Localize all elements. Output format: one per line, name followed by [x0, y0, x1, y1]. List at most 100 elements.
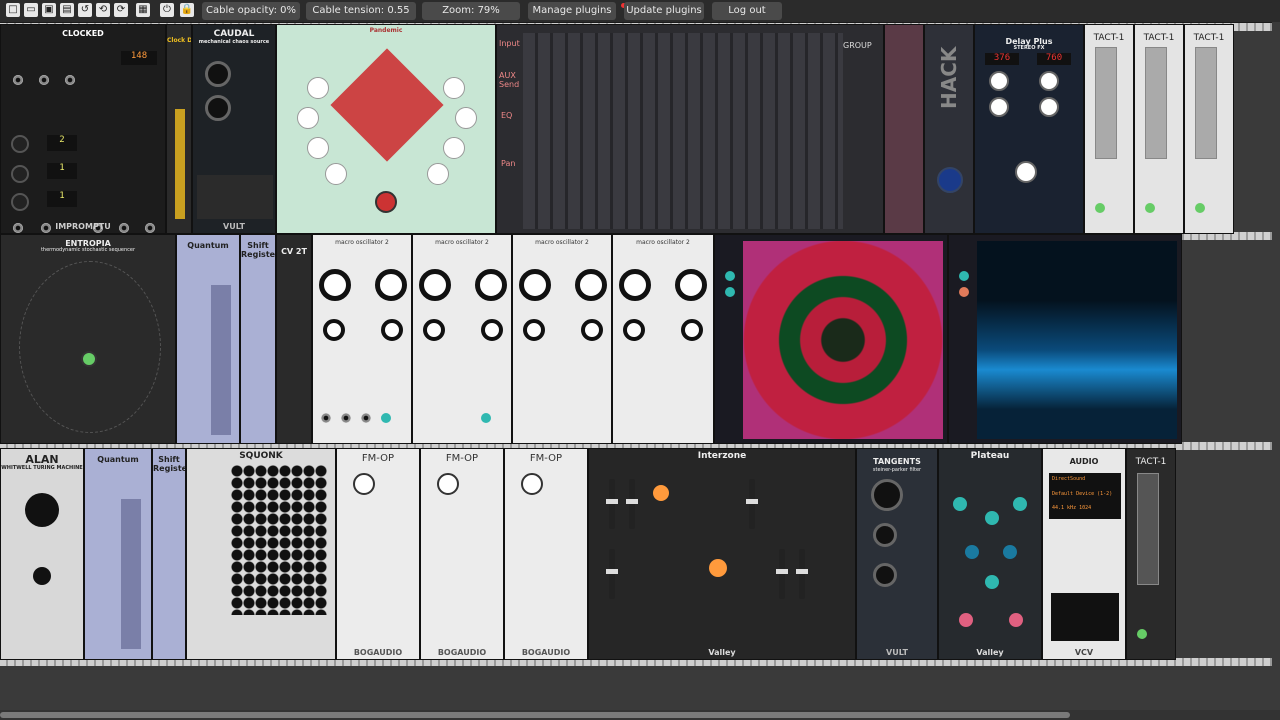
lfo-knob[interactable] [709, 559, 727, 577]
jack[interactable] [341, 413, 351, 423]
revert-icon[interactable]: ↺ [78, 3, 92, 17]
frequency-knob[interactable] [319, 269, 351, 301]
tact-pad[interactable] [1137, 473, 1159, 585]
jack[interactable] [361, 413, 371, 423]
jack[interactable] [1095, 203, 1105, 213]
length-knob[interactable] [33, 567, 51, 585]
knob[interactable] [307, 77, 329, 99]
knob[interactable] [1013, 497, 1027, 511]
slider[interactable] [606, 549, 618, 599]
slider[interactable] [776, 549, 788, 599]
knob[interactable] [989, 71, 1009, 91]
knob[interactable] [325, 163, 347, 185]
power-icon[interactable]: ⏻ [160, 3, 174, 17]
jack[interactable] [959, 287, 969, 297]
clear-icon[interactable]: ▦ [136, 3, 150, 17]
jack[interactable] [725, 287, 735, 297]
jack[interactable] [481, 413, 491, 423]
resonance-knob[interactable] [873, 523, 897, 547]
new-icon[interactable]: □ [6, 3, 20, 17]
octave-knob[interactable] [653, 485, 669, 501]
speed-knob[interactable] [205, 61, 231, 87]
knob[interactable] [1003, 545, 1017, 559]
knob[interactable] [81, 351, 97, 367]
red-knob[interactable] [375, 191, 397, 213]
jack[interactable] [1137, 629, 1147, 639]
jack[interactable] [39, 75, 49, 85]
knob[interactable] [965, 545, 979, 559]
zoom-slider[interactable]: Zoom: 79% [422, 2, 520, 20]
knob[interactable] [953, 497, 967, 511]
jack[interactable] [725, 271, 735, 281]
audio-device-display[interactable]: DirectSound Default Device (1-2) 44.1 kH… [1049, 473, 1121, 519]
ratio-knob[interactable] [521, 473, 543, 495]
ratio-knob[interactable] [353, 473, 375, 495]
harmonics-knob[interactable] [475, 269, 507, 301]
slider[interactable] [796, 549, 808, 599]
save-as-icon[interactable]: ▤ [60, 3, 74, 17]
redo-icon[interactable]: ⟳ [114, 3, 128, 17]
timbre-knob[interactable] [523, 319, 545, 341]
energy-knob[interactable] [205, 95, 231, 121]
timbre-knob[interactable] [323, 319, 345, 341]
harmonics-knob[interactable] [375, 269, 407, 301]
knob[interactable] [11, 135, 29, 153]
knob[interactable] [959, 613, 973, 627]
note-buttons[interactable] [211, 285, 231, 435]
tact-pad[interactable] [1095, 47, 1117, 159]
knob[interactable] [11, 165, 29, 183]
note-buttons[interactable] [121, 499, 141, 649]
jack[interactable] [65, 75, 75, 85]
jack[interactable] [13, 75, 23, 85]
jack[interactable] [321, 413, 331, 423]
jack[interactable] [1195, 203, 1205, 213]
knob[interactable] [297, 107, 319, 129]
knob[interactable] [937, 167, 963, 193]
knob[interactable] [985, 511, 999, 525]
timbre-knob[interactable] [623, 319, 645, 341]
update-plugins-button[interactable]: Update plugins [624, 2, 704, 20]
knob[interactable] [307, 137, 329, 159]
horizontal-scrollbar[interactable] [0, 710, 1280, 720]
ratio-knob[interactable] [437, 473, 459, 495]
knob[interactable] [989, 97, 1009, 117]
slider[interactable] [606, 479, 618, 529]
knob[interactable] [1009, 613, 1023, 627]
frequency-knob[interactable] [419, 269, 451, 301]
mix-knob[interactable] [1015, 161, 1037, 183]
jack[interactable] [1145, 203, 1155, 213]
slider[interactable] [746, 479, 758, 529]
morph-knob[interactable] [481, 319, 503, 341]
cable-tension-slider[interactable]: Cable tension: 0.55 [306, 2, 416, 20]
manage-plugins-button[interactable]: Manage plugins [528, 2, 616, 20]
drive-knob[interactable] [873, 563, 897, 587]
channel-strips[interactable] [523, 33, 843, 229]
slider[interactable] [626, 479, 638, 529]
save-icon[interactable]: ▣ [42, 3, 56, 17]
log-out-button[interactable]: Log out [712, 2, 782, 20]
cutoff-knob[interactable] [871, 479, 903, 511]
scrollbar-thumb[interactable] [0, 712, 1070, 718]
knob-grid[interactable] [231, 465, 327, 615]
open-icon[interactable]: ▭ [24, 3, 38, 17]
knob[interactable] [455, 107, 477, 129]
morph-knob[interactable] [381, 319, 403, 341]
knob[interactable] [11, 193, 29, 211]
jack[interactable] [959, 271, 969, 281]
cable-opacity-slider[interactable]: Cable opacity: 0% [202, 2, 300, 20]
knob[interactable] [1039, 71, 1059, 91]
frequency-knob[interactable] [519, 269, 551, 301]
lock-icon[interactable]: 🔒 [180, 3, 194, 17]
timbre-knob[interactable] [423, 319, 445, 341]
undo-icon[interactable]: ⟲ [96, 3, 110, 17]
knob[interactable] [985, 575, 999, 589]
vertical-scrollbar[interactable] [1272, 22, 1280, 710]
jack[interactable] [381, 413, 391, 423]
morph-knob[interactable] [681, 319, 703, 341]
tact-pad[interactable] [1195, 47, 1217, 159]
harmonics-knob[interactable] [575, 269, 607, 301]
knob[interactable] [443, 137, 465, 159]
knob[interactable] [1039, 97, 1059, 117]
knob[interactable] [443, 77, 465, 99]
tact-pad[interactable] [1145, 47, 1167, 159]
